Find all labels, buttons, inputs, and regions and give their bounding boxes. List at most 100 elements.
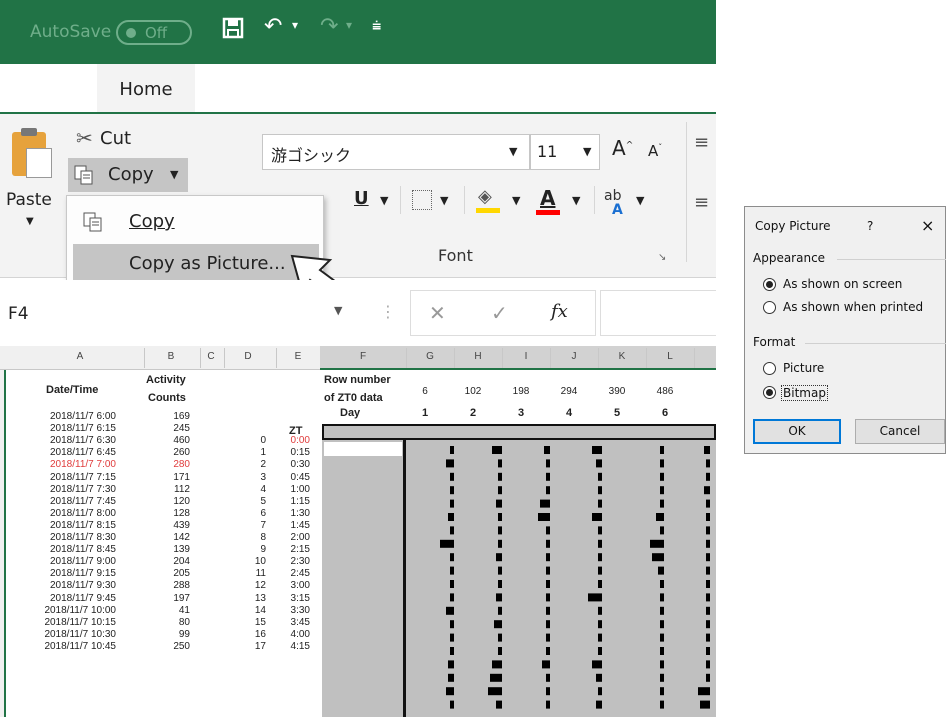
cell-dt[interactable]: 2018/11/7 10:15 bbox=[20, 617, 116, 628]
cell-ac[interactable]: 128 bbox=[150, 508, 190, 519]
cut-button[interactable]: ✂ Cut bbox=[74, 126, 154, 152]
paste-button[interactable]: Paste ▼ bbox=[4, 126, 62, 246]
radio-button[interactable] bbox=[763, 301, 776, 314]
cell-dn[interactable]: 9 bbox=[240, 544, 266, 555]
cell-dt[interactable]: 2018/11/7 9:30 bbox=[20, 580, 116, 591]
cell-dn[interactable]: 5 bbox=[240, 496, 266, 507]
col-header-j[interactable]: J bbox=[550, 351, 598, 362]
row-number-cell[interactable]: 390 bbox=[600, 386, 634, 397]
cell-dn[interactable]: 12 bbox=[240, 580, 266, 591]
redo-icon[interactable]: ↷ bbox=[320, 14, 338, 39]
cell-dn[interactable]: 14 bbox=[240, 605, 266, 616]
cell-dt[interactable]: 2018/11/7 10:45 bbox=[20, 641, 116, 652]
name-box[interactable]: F4 bbox=[8, 304, 29, 324]
cell-ac[interactable]: 245 bbox=[150, 423, 190, 434]
col-header-b[interactable]: B bbox=[146, 351, 196, 362]
tab-file[interactable]: File bbox=[26, 64, 56, 108]
dialog-launcher-icon[interactable]: ↘ bbox=[658, 252, 666, 263]
chevron-down-icon[interactable]: ▼ bbox=[636, 194, 644, 207]
insert-function-icon[interactable]: fx bbox=[551, 301, 568, 322]
formula-input[interactable] bbox=[600, 290, 716, 336]
cell-dt[interactable]: 2018/11/7 8:45 bbox=[20, 544, 116, 555]
radio-button[interactable] bbox=[763, 362, 776, 375]
cell-dt[interactable]: 2018/11/7 9:00 bbox=[20, 556, 116, 567]
cell-ac[interactable]: 460 bbox=[150, 435, 190, 446]
cell-dt[interactable]: 2018/11/7 10:30 bbox=[20, 629, 116, 640]
cell-zt[interactable]: 0:15 bbox=[276, 447, 310, 458]
menu-item-copy-as-picture[interactable]: Copy as Picture... bbox=[73, 244, 319, 284]
tab-page-layout[interactable]: Page Layout bbox=[312, 64, 423, 108]
cell-ac[interactable]: 197 bbox=[150, 593, 190, 604]
cell-dt[interactable]: 2018/11/7 6:15 bbox=[20, 423, 116, 434]
cell-dt[interactable]: 2018/11/7 6:30 bbox=[20, 435, 116, 446]
cell-dt[interactable]: 2018/11/7 8:15 bbox=[20, 520, 116, 531]
cancel-button[interactable]: Cancel bbox=[855, 419, 945, 444]
cell-ac[interactable]: 169 bbox=[150, 411, 190, 422]
ok-button[interactable]: OK bbox=[753, 419, 841, 444]
cell-dn[interactable]: 1 bbox=[240, 447, 266, 458]
chevron-down-icon[interactable]: ▼ bbox=[440, 194, 448, 207]
day-number-cell[interactable]: 4 bbox=[552, 407, 586, 419]
row-number-cell[interactable]: 102 bbox=[456, 386, 490, 397]
font-color-icon[interactable]: A bbox=[536, 186, 560, 216]
tab-home[interactable]: Home bbox=[97, 64, 195, 114]
close-icon[interactable]: × bbox=[921, 216, 934, 235]
cell-dn[interactable]: 3 bbox=[240, 472, 266, 483]
col-header-e[interactable]: E bbox=[280, 351, 316, 362]
cell-zt[interactable]: 3:45 bbox=[276, 617, 310, 628]
cell-dt[interactable]: 2018/11/7 10:00 bbox=[20, 605, 116, 616]
cell-ac[interactable]: 204 bbox=[150, 556, 190, 567]
day-number-cell[interactable]: 5 bbox=[600, 407, 634, 419]
col-header-d[interactable]: D bbox=[230, 351, 266, 362]
copy-button[interactable]: Copy ▼ bbox=[68, 158, 188, 192]
underline-icon[interactable]: U bbox=[354, 188, 369, 209]
cell-zt[interactable]: 3:15 bbox=[276, 593, 310, 604]
redo-dropdown-icon[interactable]: ▾ bbox=[346, 18, 352, 32]
cell-ac[interactable]: 41 bbox=[150, 605, 190, 616]
font-size-combo[interactable]: 11 ▼ bbox=[530, 134, 600, 170]
day-number-cell[interactable]: 2 bbox=[456, 407, 490, 419]
cell-dn[interactable]: 13 bbox=[240, 593, 266, 604]
tab-data[interactable]: Data bbox=[598, 64, 641, 108]
undo-dropdown-icon[interactable]: ▾ bbox=[292, 18, 298, 32]
cell-ac[interactable]: 280 bbox=[150, 459, 190, 470]
borders-icon[interactable] bbox=[412, 190, 432, 210]
cell-zt[interactable]: 4:15 bbox=[276, 641, 310, 652]
cell-zt[interactable]: 1:00 bbox=[276, 484, 310, 495]
col-header-l[interactable]: L bbox=[646, 351, 694, 362]
cell-ac[interactable]: 260 bbox=[150, 447, 190, 458]
cell-dt[interactable]: 2018/11/7 6:00 bbox=[20, 411, 116, 422]
tab-review[interactable]: Rev bbox=[684, 64, 716, 108]
cell-zt[interactable]: 1:30 bbox=[276, 508, 310, 519]
cell-dt[interactable]: 2018/11/7 7:30 bbox=[20, 484, 116, 495]
cell-dn[interactable]: 8 bbox=[240, 532, 266, 543]
cell-ac[interactable]: 142 bbox=[150, 532, 190, 543]
help-button[interactable]: ? bbox=[867, 219, 873, 233]
cell-zt[interactable]: 4:00 bbox=[276, 629, 310, 640]
day-number-cell[interactable]: 1 bbox=[408, 407, 442, 419]
cell-ac[interactable]: 99 bbox=[150, 629, 190, 640]
increase-font-icon[interactable]: A^ bbox=[612, 136, 633, 160]
cell-zt[interactable]: 2:30 bbox=[276, 556, 310, 567]
align-icon[interactable]: ≡ bbox=[694, 132, 709, 153]
cell-ac[interactable]: 171 bbox=[150, 472, 190, 483]
cell-dn[interactable]: 0 bbox=[240, 435, 266, 446]
col-header-k[interactable]: K bbox=[598, 351, 646, 362]
chevron-down-icon[interactable]: ▼ bbox=[380, 194, 388, 207]
cell-zt[interactable]: 1:15 bbox=[276, 496, 310, 507]
cell-dn[interactable]: 10 bbox=[240, 556, 266, 567]
chevron-down-icon[interactable]: ▼ bbox=[512, 194, 520, 207]
cell-dt[interactable]: 2018/11/7 7:45 bbox=[20, 496, 116, 507]
cancel-entry-icon[interactable]: ✕ bbox=[429, 301, 446, 325]
col-header-h[interactable]: H bbox=[454, 351, 502, 362]
col-header-g[interactable]: G bbox=[406, 351, 454, 362]
cell-ac[interactable]: 288 bbox=[150, 580, 190, 591]
cell-dt[interactable]: 2018/11/7 7:15 bbox=[20, 472, 116, 483]
row-number-cell[interactable]: 198 bbox=[504, 386, 538, 397]
save-icon[interactable] bbox=[222, 17, 244, 45]
decrease-font-icon[interactable]: Aˇ bbox=[648, 142, 662, 160]
cell-dt[interactable]: 2018/11/7 9:15 bbox=[20, 568, 116, 579]
menu-item-copy[interactable]: Copy bbox=[73, 202, 319, 242]
cell-zt[interactable]: 2:00 bbox=[276, 532, 310, 543]
cell-zt[interactable]: 2:45 bbox=[276, 568, 310, 579]
